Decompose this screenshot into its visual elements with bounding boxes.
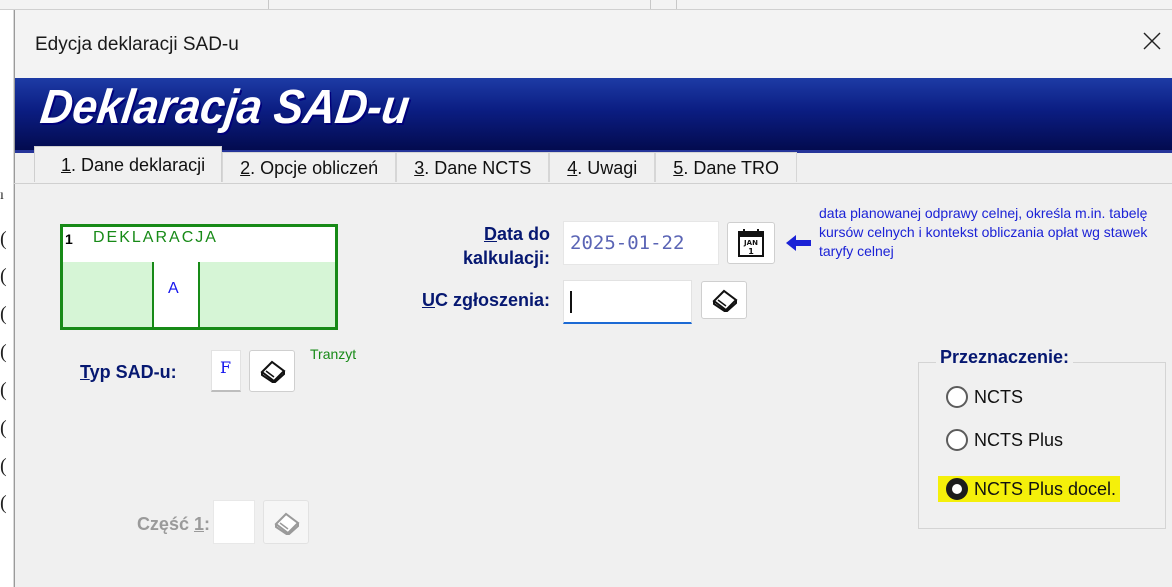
background-glyph: (: [0, 265, 7, 287]
book-icon: [260, 360, 286, 383]
uc-label: UC zgłoszenia:: [380, 290, 550, 311]
background-glyph: (: [0, 341, 7, 363]
declaration-body: A: [63, 262, 335, 327]
tab-label: . Dane NCTS: [424, 158, 532, 178]
title-bar: Edycja deklaracji SAD-u: [15, 10, 1172, 78]
declaration-cell[interactable]: A: [152, 262, 200, 327]
typ-sad-label-text: yp SAD-u:: [89, 362, 177, 382]
radio-button[interactable]: [946, 429, 968, 451]
tab-label: . Dane deklaracji: [71, 155, 206, 175]
tab-label: . Uwagi: [577, 158, 638, 178]
declaration-cell-value: A: [168, 280, 179, 297]
przeznaczenie-title: Przeznaczenie:: [936, 347, 1074, 368]
svg-text:JAN: JAN: [743, 239, 758, 247]
tab-key: 4: [567, 158, 578, 178]
text-cursor: [570, 291, 572, 313]
book-icon: [274, 512, 300, 535]
book-icon: [712, 289, 738, 312]
declaration-header: 1 DEKLARACJA: [63, 227, 335, 262]
uc-label-text: C zgłoszenia:: [434, 290, 550, 310]
tab-key: 3: [414, 158, 425, 178]
date-input[interactable]: 2025-01-22: [563, 221, 719, 265]
date-label-key: D: [483, 224, 497, 244]
background-glyph: (: [0, 228, 7, 250]
date-label: Data do kalkulacji:: [420, 222, 550, 270]
czesc-label: Część 1:: [100, 514, 210, 535]
czesc-lookup-button[interactable]: [263, 500, 309, 544]
header-banner: Deklaracja SAD-u: [15, 78, 1172, 153]
typ-sad-value: F: [220, 358, 232, 377]
calendar-button[interactable]: JAN 1: [727, 222, 775, 264]
background-glyph: (: [0, 492, 7, 514]
tab-dane-ncts[interactable]: 3. Dane NCTS: [396, 152, 550, 182]
typ-sad-label: Typ SAD-u:: [80, 362, 206, 383]
arrow-left-icon: [786, 235, 811, 251]
background-glyph: ı: [0, 188, 4, 203]
typ-sad-lookup-button[interactable]: [249, 350, 295, 392]
window-title: Edycja deklaracji SAD-u: [35, 34, 239, 55]
radio-option-ncts-plus-docel[interactable]: NCTS Plus docel.: [938, 476, 1121, 502]
tab-uwagi[interactable]: 4. Uwagi: [549, 152, 656, 182]
czesc-label-colon: :: [204, 514, 210, 534]
declaration-label: DEKLARACJA: [93, 229, 218, 246]
radio-button-selected[interactable]: [946, 478, 968, 500]
uc-lookup-button[interactable]: [701, 281, 747, 319]
tab-key: 2: [240, 158, 251, 178]
radio-label: NCTS Plus: [974, 429, 1064, 450]
radio-button[interactable]: [946, 386, 968, 408]
background-glyph: (: [0, 303, 7, 325]
background-glyph: (: [0, 379, 7, 401]
date-label-line2: kalkulacji:: [462, 248, 550, 268]
calendar-icon: JAN 1: [738, 229, 764, 257]
czesc-label-key: 1: [193, 514, 204, 534]
background-glyph: (: [0, 455, 7, 477]
radio-option-ncts[interactable]: NCTS: [946, 384, 1023, 410]
background-window-left-edge: ı ( ( ( ( ( ( ( (: [0, 10, 14, 587]
date-label-text: ata do: [496, 224, 550, 244]
tab-label: . Dane TRO: [683, 158, 780, 178]
typ-sad-description: Tranzyt: [310, 346, 357, 362]
tab-dane-tro[interactable]: 5. Dane TRO: [655, 152, 798, 182]
banner-title: Deklaracja SAD-u: [37, 81, 413, 134]
close-icon: [1143, 32, 1161, 50]
declaration-number: 1: [65, 231, 73, 247]
svg-text:1: 1: [748, 247, 754, 256]
date-hint-text: data planowanej odprawy celnej, określa …: [819, 205, 1148, 259]
close-button[interactable]: [1137, 26, 1167, 56]
typ-sad-input[interactable]: F: [211, 350, 241, 392]
czesc-input[interactable]: [213, 500, 255, 544]
uc-input[interactable]: [563, 280, 692, 324]
tab-label: . Opcje obliczeń: [250, 158, 379, 178]
declaration-box: 1 DEKLARACJA A: [60, 224, 338, 330]
radio-option-ncts-plus[interactable]: NCTS Plus: [946, 427, 1063, 453]
radio-label: NCTS: [974, 386, 1023, 407]
tab-opcje-obliczen[interactable]: 2. Opcje obliczeń: [222, 152, 397, 182]
radio-label: NCTS Plus docel.: [974, 478, 1117, 499]
date-value: 2025-01-22: [570, 232, 685, 254]
background-glyph: (: [0, 417, 7, 439]
typ-sad-label-key: T: [80, 362, 90, 382]
tab-key: 5: [673, 158, 684, 178]
tab-bar: 1. Dane deklaracji 2. Opcje obliczeń 3. …: [17, 146, 798, 184]
tab-dane-deklaracji[interactable]: 1. Dane deklaracji: [34, 146, 223, 182]
czesc-label-text: Część: [136, 514, 194, 534]
uc-label-key: U: [421, 290, 435, 310]
background-window-edge: [0, 0, 1172, 10]
tab-key: 1: [61, 155, 72, 175]
